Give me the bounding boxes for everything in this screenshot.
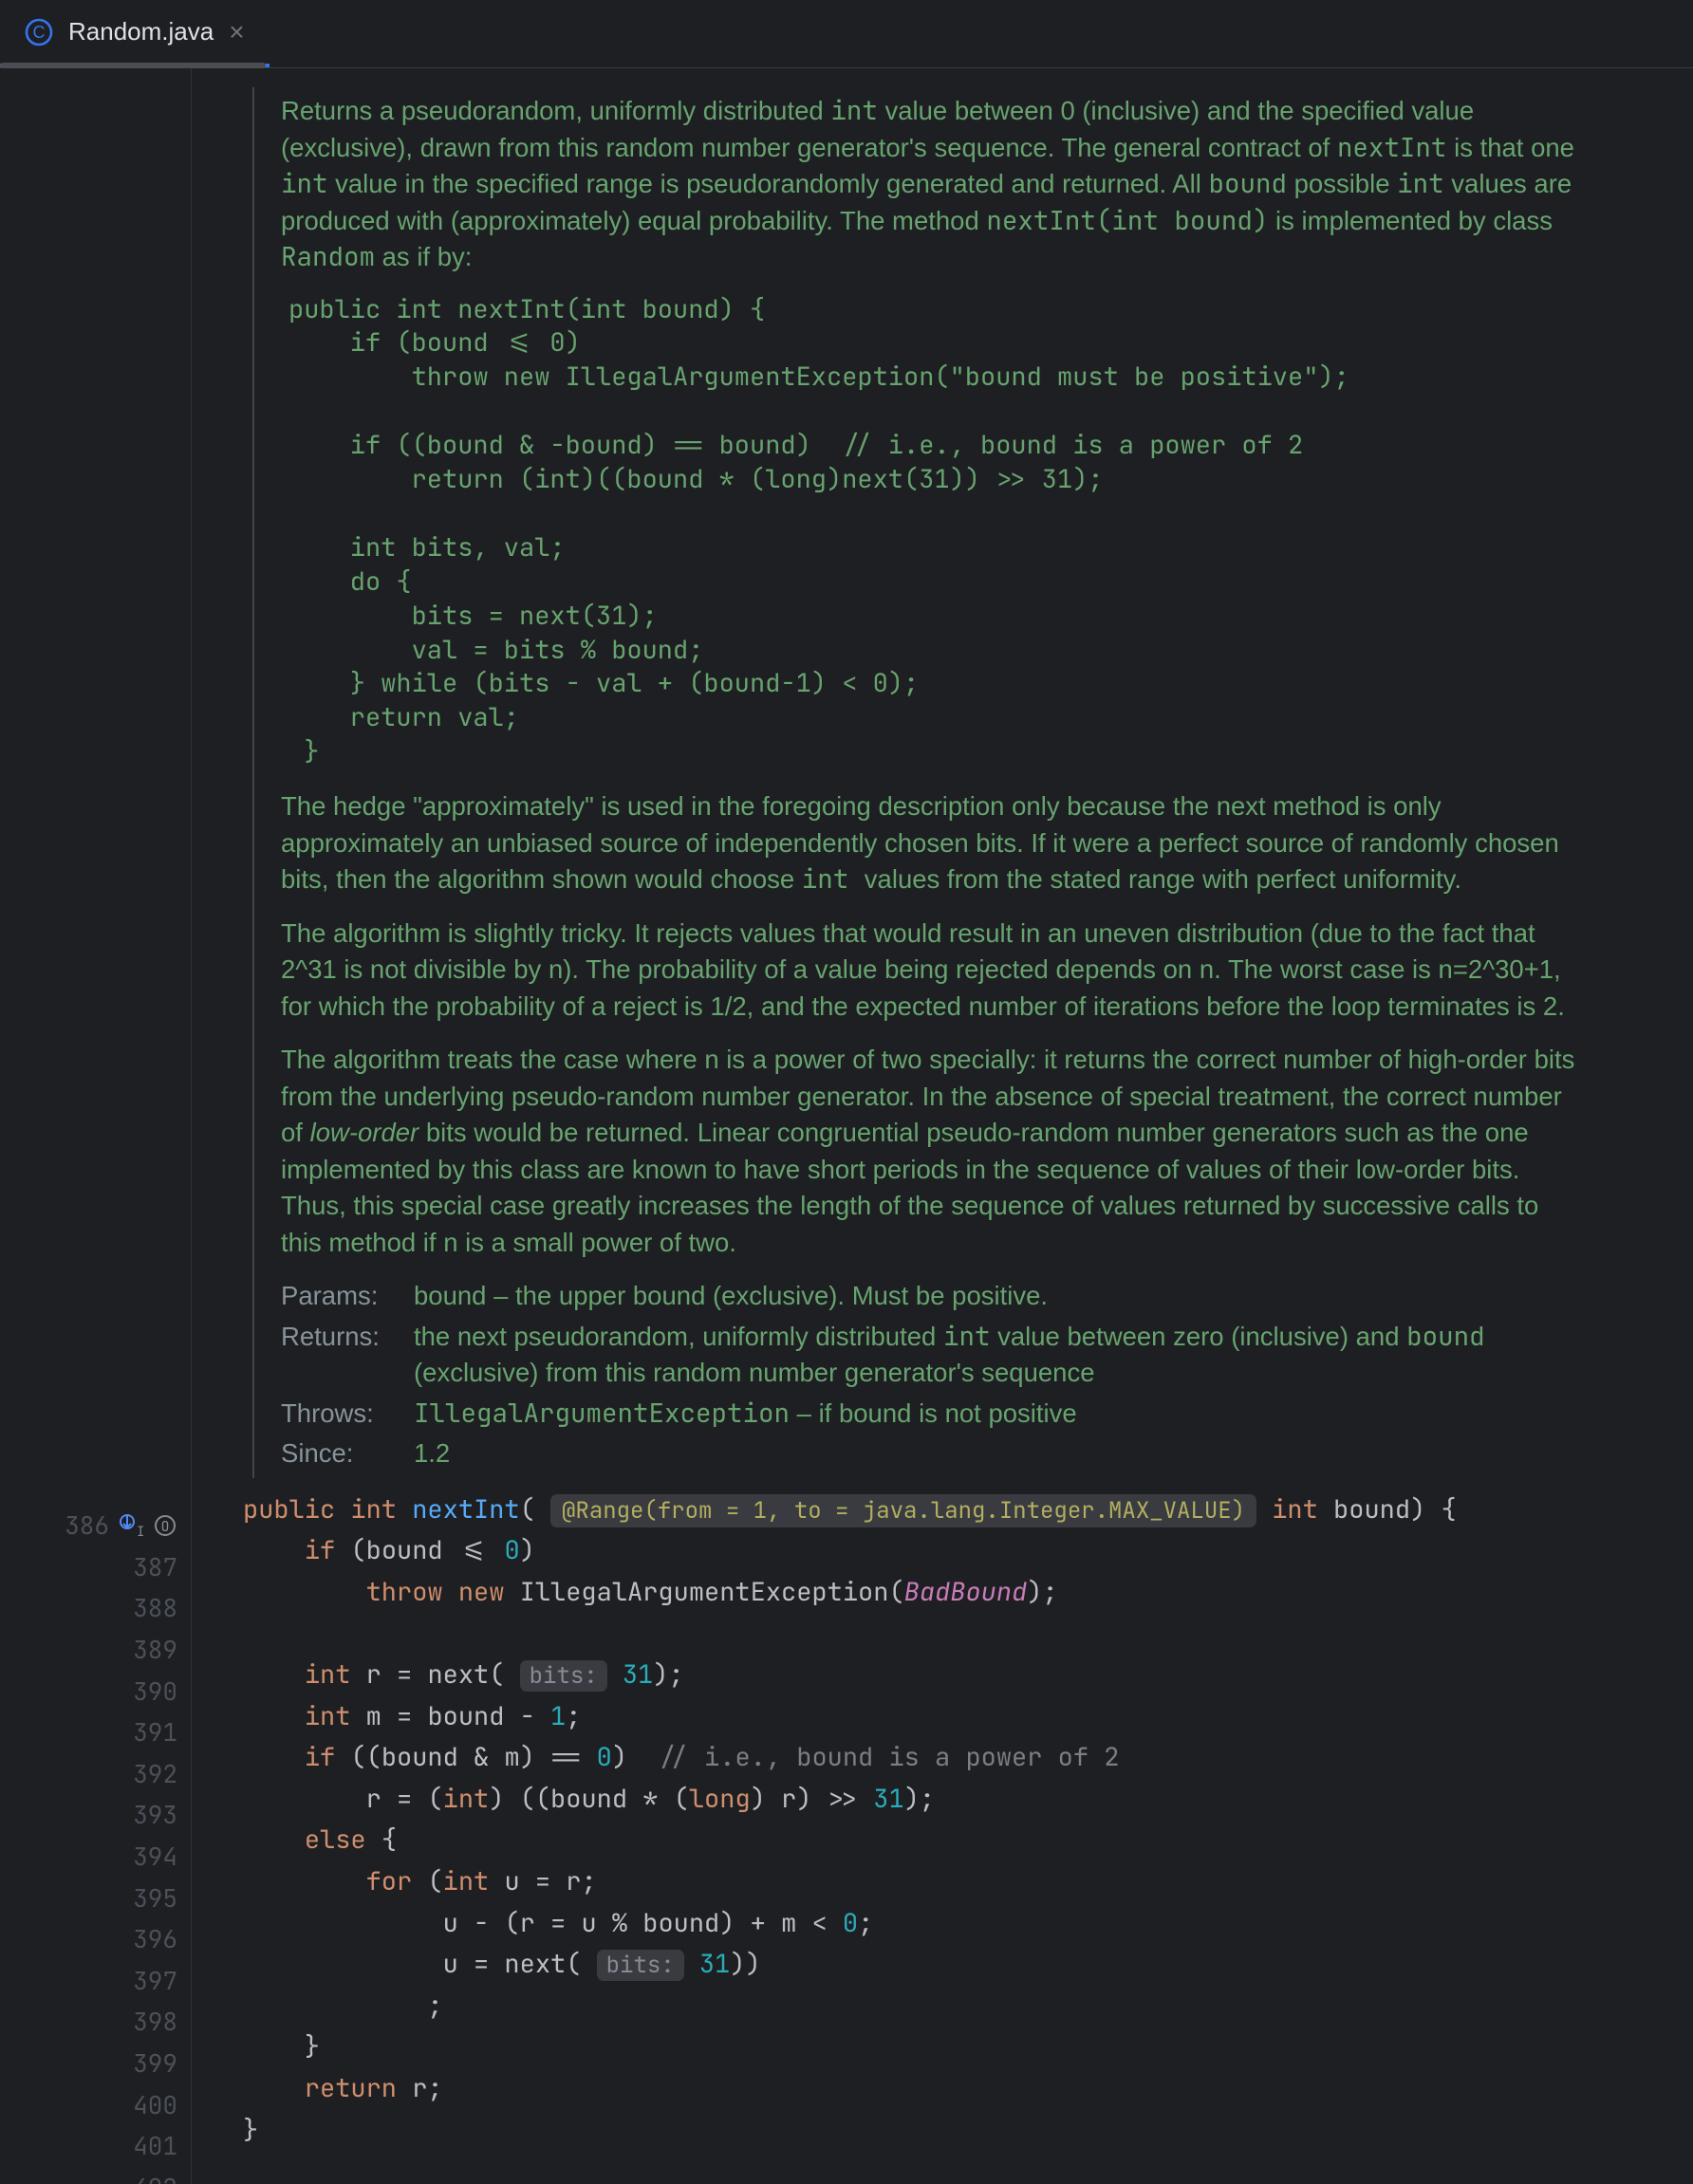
close-icon[interactable]: × [229, 19, 244, 46]
javadoc-para: The hedge "approximately" is used in the… [281, 788, 1579, 898]
java-class-icon: C [25, 18, 53, 46]
override-up-icon[interactable]: O [153, 1513, 177, 1538]
line-number: 387 [109, 1550, 177, 1583]
code-line[interactable]: r = (int) ((bound * (long) r) >> 31); [201, 1779, 1693, 1821]
code-line[interactable] [201, 1613, 1693, 1655]
code-line[interactable]: ; [201, 1986, 1693, 2027]
javadoc-since: Since: 1.2 [281, 1435, 1579, 1472]
editor-content[interactable]: Returns a pseudorandom, uniformly distri… [192, 68, 1693, 2184]
code-line[interactable]: else { [201, 1820, 1693, 1861]
override-down-icon[interactable]: I [119, 1513, 143, 1538]
javadoc-block: Returns a pseudorandom, uniformly distri… [252, 87, 1693, 1478]
line-number: 389 [109, 1633, 177, 1666]
line-number: 398 [109, 2005, 177, 2038]
line-number: 395 [109, 1881, 177, 1915]
inlay-hint[interactable]: bits: [520, 1660, 607, 1692]
line-number: 390 [109, 1675, 177, 1708]
tab-filename: Random.java [68, 17, 214, 46]
java-code[interactable]: public int nextInt( @Range(from = 1, to … [201, 1490, 1693, 2152]
svg-text:I: I [137, 1524, 143, 1538]
line-number: 397 [109, 1964, 177, 1997]
line-number: 394 [109, 1840, 177, 1873]
code-line[interactable]: for (int u = r; [201, 1861, 1693, 1903]
badbound-field: BadBound [904, 1575, 1028, 1609]
code-line[interactable]: } [201, 2110, 1693, 2152]
line-number: 386 [41, 1508, 109, 1542]
svg-text:O: O [160, 1517, 169, 1536]
editor-area: 386 I O 387 388 389 390 391 392 393 394 … [0, 68, 1693, 2184]
javadoc-para: The algorithm is slightly tricky. It rej… [281, 916, 1579, 1026]
line-number: 402 [109, 2171, 177, 2184]
javadoc-summary: Returns a pseudorandom, uniformly distri… [281, 93, 1579, 276]
line-number: 391 [109, 1715, 177, 1749]
inlay-hint[interactable]: bits: [597, 1950, 684, 1981]
line-number: 396 [109, 1922, 177, 1955]
code-line[interactable]: } [201, 2027, 1693, 2068]
tab-random-java[interactable]: C Random.java × [0, 0, 270, 67]
range-annotation: @Range(from = 1, to = java.lang.Integer.… [550, 1494, 1256, 1527]
javadoc-params: Params: bound – the upper bound (exclusi… [281, 1278, 1579, 1315]
javadoc-para: The algorithm treats the case where n is… [281, 1042, 1579, 1261]
code-line[interactable]: if ((bound & m) == 0) // i.e., bound is … [201, 1737, 1693, 1779]
javadoc-throws: Throws: IllegalArgumentException – if bo… [281, 1396, 1579, 1433]
code-line[interactable]: if (bound <= 0) [201, 1530, 1693, 1572]
line-number: 392 [109, 1757, 177, 1790]
code-line[interactable]: int m = bound - 1; [201, 1696, 1693, 1738]
gutter: 386 I O 387 388 389 390 391 392 393 394 … [0, 68, 192, 2184]
svg-text:C: C [33, 23, 46, 42]
line-number: 393 [109, 1798, 177, 1831]
javadoc-returns: Returns: the next pseudorandom, uniforml… [281, 1319, 1579, 1392]
code-line[interactable]: int r = next( bits: 31); [201, 1655, 1693, 1696]
line-number: 399 [109, 2046, 177, 2080]
code-line[interactable]: u - (r = u % bound) + m < 0; [201, 1903, 1693, 1945]
code-line[interactable]: throw new IllegalArgumentException(BadBo… [201, 1572, 1693, 1614]
line-number: 400 [109, 2088, 177, 2121]
javadoc-code-sample: public int nextInt(int bound) { if (boun… [288, 293, 1579, 770]
code-line[interactable]: return r; [201, 2068, 1693, 2110]
code-line[interactable]: public int nextInt( @Range(from = 1, to … [201, 1490, 1693, 1531]
line-number: 401 [109, 2129, 177, 2162]
line-number: 388 [109, 1591, 177, 1624]
code-line[interactable]: u = next( bits: 31)) [201, 1944, 1693, 1986]
editor-tabbar: C Random.java × [0, 0, 1693, 68]
